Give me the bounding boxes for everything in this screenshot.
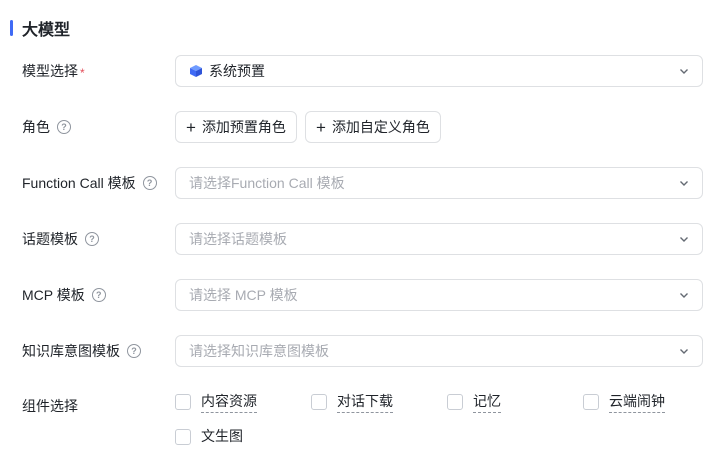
topic-placeholder: 请选择话题模板	[189, 231, 287, 247]
required-mark: *	[80, 66, 85, 80]
component-checkbox-memory[interactable]: 记忆	[447, 391, 501, 413]
component-checkbox-cloud-alarm[interactable]: 云端闹钟	[583, 391, 665, 413]
components-label: 组件选择	[22, 398, 78, 414]
component-checkbox-content-resource[interactable]: 内容资源	[175, 391, 257, 413]
model-select[interactable]: 系统预置	[175, 55, 703, 87]
chevron-down-icon	[680, 349, 688, 354]
topic-label-text: 话题模板	[22, 231, 78, 247]
model-label: 模型选择 *	[22, 55, 85, 87]
question-circle-icon[interactable]: ?	[127, 344, 141, 358]
function-call-select[interactable]: 请选择Function Call 模板	[175, 167, 703, 199]
mcp-placeholder: 请选择 MCP 模板	[189, 287, 298, 303]
cube-icon	[190, 65, 202, 77]
checkbox-box[interactable]	[447, 394, 463, 410]
chevron-down-icon	[680, 237, 688, 242]
kb-intent-label: 知识库意图模板 ?	[22, 335, 141, 367]
question-circle-icon[interactable]: ?	[91, 288, 106, 302]
chevron-down-icon	[680, 181, 688, 186]
question-circle-icon[interactable]: ?	[57, 120, 71, 134]
plus-icon: +	[316, 117, 326, 137]
add-preset-role-button[interactable]: + 添加预置角色	[175, 111, 297, 143]
form-row-topic: 话题模板 ? 请选择话题模板	[0, 223, 706, 255]
component-option-label: 内容资源	[201, 391, 257, 413]
component-checkbox-dialog-download[interactable]: 对话下载	[311, 391, 393, 413]
model-label-text: 模型选择	[22, 63, 78, 79]
chevron-down-icon	[680, 293, 688, 298]
component-option-label: 对话下载	[337, 391, 393, 413]
mcp-select[interactable]: 请选择 MCP 模板	[175, 279, 703, 311]
role-label: 角色 ?	[22, 111, 71, 143]
plus-icon: +	[186, 117, 196, 137]
model-select-value-text: 系统预置	[209, 63, 265, 79]
kb-intent-select[interactable]: 请选择知识库意图模板	[175, 335, 703, 367]
section-header: 大模型	[10, 18, 71, 39]
question-circle-icon[interactable]: ?	[142, 176, 157, 190]
component-option-label: 记忆	[473, 391, 501, 413]
chevron-down-icon	[680, 69, 688, 74]
question-circle-icon[interactable]: ?	[85, 232, 99, 246]
function-call-placeholder: 请选择Function Call 模板	[189, 175, 345, 191]
topic-label: 话题模板 ?	[22, 223, 99, 255]
component-option-label: 文生图	[201, 428, 243, 444]
add-custom-role-label: 添加自定义角色	[331, 119, 430, 135]
form-row-role: 角色 ? + 添加预置角色 + 添加自定义角色	[0, 111, 706, 143]
mcp-label: MCP 模板 ?	[22, 279, 106, 311]
checkbox-box[interactable]	[311, 394, 327, 410]
topic-select[interactable]: 请选择话题模板	[175, 223, 703, 255]
section-accent-bar	[10, 20, 13, 36]
kb-intent-placeholder: 请选择知识库意图模板	[189, 343, 329, 359]
checkbox-box[interactable]	[583, 394, 599, 410]
checkbox-box[interactable]	[175, 428, 191, 445]
form-row-kb-intent: 知识库意图模板 ? 请选择知识库意图模板	[0, 335, 706, 367]
mcp-label-text: MCP 模板	[22, 287, 85, 303]
component-checkbox-text-to-image[interactable]: 文生图	[175, 426, 243, 447]
add-custom-role-button[interactable]: + 添加自定义角色	[305, 111, 441, 143]
function-call-label: Function Call 模板 ?	[22, 167, 157, 199]
add-preset-role-label: 添加预置角色	[201, 119, 286, 135]
section-title: 大模型	[22, 22, 71, 39]
form-row-function-call: Function Call 模板 ? 请选择Function Call 模板	[0, 167, 706, 199]
form-row-model: 模型选择 * 系统预置	[0, 55, 706, 87]
function-call-label-text: Function Call 模板	[22, 175, 136, 191]
kb-intent-label-text: 知识库意图模板	[22, 343, 120, 359]
component-option-label: 云端闹钟	[609, 391, 665, 413]
model-select-value: 系统预置	[189, 61, 265, 81]
checkbox-box[interactable]	[175, 394, 191, 410]
form-row-mcp: MCP 模板 ? 请选择 MCP 模板	[0, 279, 706, 311]
role-label-text: 角色	[22, 119, 50, 135]
